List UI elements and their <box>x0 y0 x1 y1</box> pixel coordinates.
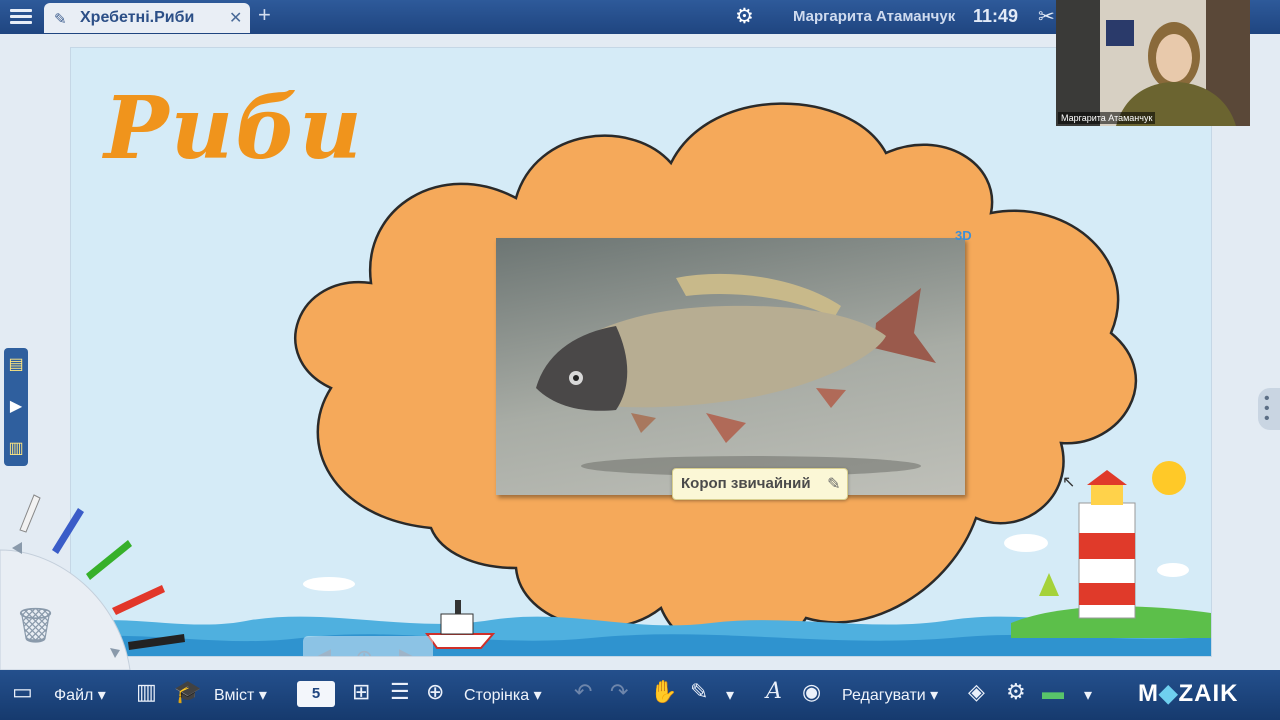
participant-video: Маргарита Атаманчук <box>1056 0 1250 126</box>
eraser-icon[interactable]: ✎ <box>690 680 708 704</box>
slide-canvas[interactable]: Риби 3D Короп звичайний ✎ ◀ ▶ <box>70 47 1212 657</box>
tab-title: Хребетні.Риби <box>80 9 195 26</box>
more-icon[interactable]: • • • <box>1264 391 1270 427</box>
settings-icon[interactable]: ⚙ <box>1006 680 1026 704</box>
presentation-icon[interactable]: ▬ <box>1042 680 1064 704</box>
gear-icon[interactable]: ⚙ <box>735 6 759 30</box>
content-menu-label: Вміст <box>214 687 255 704</box>
logo-left: M <box>1138 680 1159 707</box>
side-panel-left[interactable]: ▤ ▶ ▥ <box>4 348 28 466</box>
trash-icon[interactable]: 🗑 <box>14 606 57 646</box>
mozaik-logo: M◆ZAIK <box>1138 679 1238 708</box>
side-panel-right[interactable]: • • • <box>1258 388 1280 430</box>
page-menu[interactable]: Сторінка ▾ <box>464 685 542 705</box>
page-list-icon[interactable]: ☰ <box>390 680 410 704</box>
arrow-right-icon[interactable]: ▶ <box>399 642 419 656</box>
close-icon[interactable]: ✕ <box>229 8 242 28</box>
tools-icon[interactable]: ✂ <box>1038 4 1055 29</box>
document-tab[interactable]: ✎ Хребетні.Риби ✕ <box>44 3 250 33</box>
clock: 11:49 <box>973 6 1019 26</box>
check-icon[interactable]: ◈ <box>968 680 985 704</box>
hand-icon[interactable]: ✋ <box>650 680 677 704</box>
arrow-left-icon[interactable]: ◀ <box>311 642 331 656</box>
columns-icon[interactable]: ▥ <box>136 680 157 704</box>
book-icon[interactable]: ▭ <box>12 680 33 704</box>
participant-name: Маргарита Атаманчук <box>1058 112 1156 124</box>
participant-avatar <box>1056 0 1250 126</box>
expand-icon[interactable]: ▶ <box>7 396 25 416</box>
record-icon[interactable]: ◉ <box>802 680 821 704</box>
edit-menu-label: Редагувати <box>842 687 926 704</box>
draw-dropdown-icon[interactable]: ▾ <box>726 685 734 705</box>
undo-icon[interactable]: ↶ <box>574 680 592 704</box>
sea-scene <box>71 461 1211 656</box>
menu-icon[interactable] <box>8 6 34 28</box>
file-menu-label: Файл <box>54 687 94 704</box>
logo-right: ZAIK <box>1178 680 1239 707</box>
graduation-icon[interactable]: 🎓 <box>174 680 201 704</box>
add-page-toolbar-icon[interactable]: ⊞ <box>352 680 370 704</box>
redo-icon[interactable]: ↷ <box>610 680 628 704</box>
text-icon[interactable]: A <box>766 680 782 704</box>
add-page-icon[interactable]: ⊕ <box>355 645 373 656</box>
note-icon[interactable]: ▤ <box>7 354 25 374</box>
page-nav-panel: ◀ ⊕ ▶ <box>303 636 433 656</box>
page-menu-label: Сторінка <box>464 687 530 704</box>
content-menu[interactable]: Вміст ▾ <box>214 685 267 705</box>
plus-icon[interactable]: + <box>258 4 278 28</box>
clipboard-icon[interactable]: ▥ <box>7 438 25 458</box>
zoom-icon[interactable]: ⊕ <box>426 680 444 704</box>
logo-accent: ◆ <box>1159 680 1179 707</box>
file-menu[interactable]: Файл ▾ <box>54 685 106 705</box>
user-name: Маргарита Атаманчук <box>793 8 956 25</box>
presentation-dropdown-icon[interactable]: ▾ <box>1084 685 1092 705</box>
edit-menu[interactable]: Редагувати ▾ <box>842 685 938 705</box>
page-number[interactable]: 5 <box>297 681 335 707</box>
mouse-cursor: ↖ <box>1062 474 1076 491</box>
pen-icon: ✎ <box>54 11 67 28</box>
